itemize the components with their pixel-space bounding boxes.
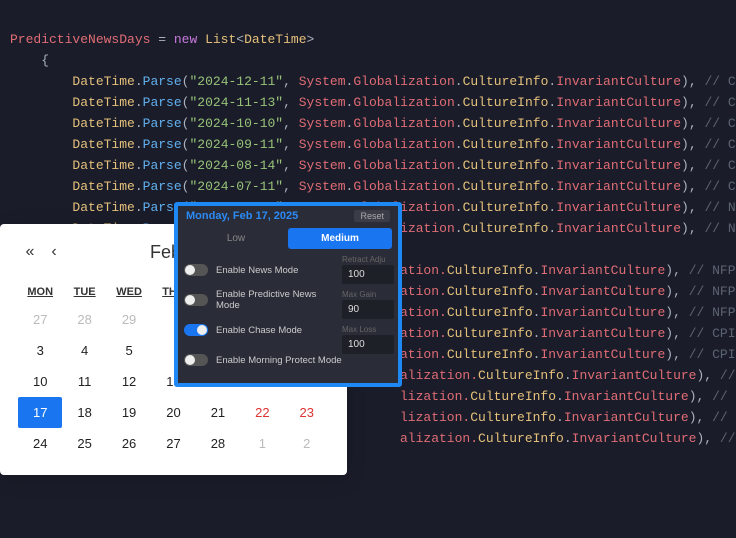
settings-row: Enable Morning Protect Mode [184,345,342,375]
settings-panel: Monday, Feb 17, 2025 Reset Low Medium En… [174,202,402,387]
toggle-label: Enable Predictive News Mode [216,289,342,311]
calendar-day[interactable]: 28 [196,428,240,459]
settings-header: Monday, Feb 17, 2025 Reset [178,206,398,226]
tab-low[interactable]: Low [184,228,288,249]
toggle-label: Enable News Mode [216,265,298,276]
settings-field: Max Loss100 [342,325,394,354]
calendar-day[interactable]: 27 [151,428,195,459]
calendar-day[interactable]: 18 [62,397,106,428]
field-label: Max Gain [342,290,394,299]
calendar-dow: TUE [62,280,106,304]
toggle[interactable] [184,354,208,366]
calendar-day[interactable]: 5 [107,335,151,366]
code-line: DateTime.Parse("2024-10-10", System.Glob… [10,113,736,134]
code-line: DateTime.Parse("2024-12-11", System.Glob… [10,71,736,92]
settings-row: Enable News Mode [184,255,342,285]
calendar-day[interactable]: 26 [107,428,151,459]
toggle-label: Enable Morning Protect Mode [216,355,342,366]
tab-medium[interactable]: Medium [288,228,392,249]
calendar-day[interactable]: 1 [240,428,284,459]
code-line: DateTime.Parse("2024-11-13", System.Glob… [10,92,736,113]
settings-row: Enable Predictive News Mode [184,285,342,315]
calendar-day[interactable]: 27 [18,304,62,335]
field-label: Retract Adju [342,255,394,264]
settings-field: Retract Adju100 [342,255,394,284]
code-line: DateTime.Parse("2024-07-11", System.Glob… [10,176,736,197]
calendar-nav-first[interactable]: « [18,243,42,261]
toggle[interactable] [184,324,208,336]
code-line: DateTime.Parse("2024-08-14", System.Glob… [10,155,736,176]
calendar-nav-prev[interactable]: ‹ [42,243,66,261]
calendar-dow: WED [107,280,151,304]
calendar-day[interactable]: 28 [62,304,106,335]
field-input[interactable]: 100 [342,265,394,284]
settings-tabs: Low Medium [178,226,398,255]
calendar-day[interactable]: 11 [62,366,106,397]
calendar-day[interactable]: 3 [18,335,62,366]
settings-date: Monday, Feb 17, 2025 [186,210,354,222]
reset-button[interactable]: Reset [354,210,390,222]
settings-row: Enable Chase Mode [184,315,342,345]
toggle[interactable] [184,294,208,306]
calendar-day[interactable]: 20 [151,397,195,428]
calendar-day[interactable]: 22 [240,397,284,428]
calendar-day[interactable]: 2 [285,428,329,459]
calendar-dow: MON [18,280,62,304]
calendar-day[interactable]: 24 [18,428,62,459]
toggle-label: Enable Chase Mode [216,325,302,336]
calendar-day[interactable]: 4 [62,335,106,366]
calendar-day[interactable]: 12 [107,366,151,397]
field-label: Max Loss [342,325,394,334]
field-input[interactable]: 90 [342,300,394,319]
settings-field: Max Gain90 [342,290,394,319]
calendar-day[interactable]: 17 [18,397,62,428]
calendar-day[interactable]: 21 [196,397,240,428]
field-input[interactable]: 100 [342,335,394,354]
calendar-day[interactable]: 25 [62,428,106,459]
code-line: DateTime.Parse("2024-09-11", System.Glob… [10,134,736,155]
calendar-day[interactable]: 23 [285,397,329,428]
code-variable: PredictiveNewsDays [10,32,150,47]
calendar-day[interactable]: 10 [18,366,62,397]
toggle[interactable] [184,264,208,276]
calendar-day[interactable]: 29 [107,304,151,335]
calendar-day[interactable]: 19 [107,397,151,428]
